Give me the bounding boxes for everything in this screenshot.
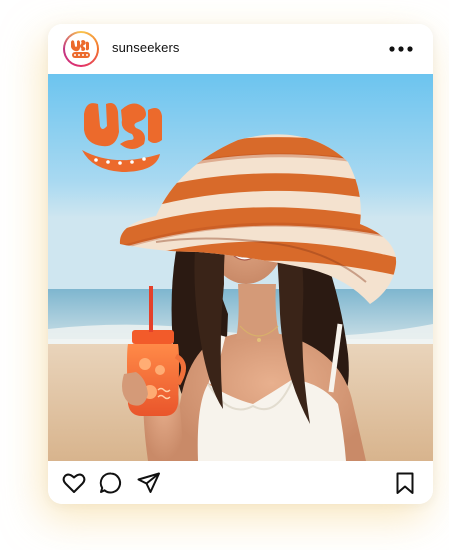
stage: sunseekers — [0, 0, 449, 550]
more-horizontal-icon[interactable] — [387, 40, 415, 58]
heart-icon[interactable] — [61, 470, 87, 496]
beach-photo — [48, 74, 433, 461]
comment-bubble-icon[interactable] — [98, 470, 124, 496]
instagram-post-card: sunseekers — [48, 24, 433, 504]
paper-plane-icon[interactable] — [136, 470, 162, 496]
sunseekers-logo-icon — [66, 34, 96, 64]
story-ring[interactable] — [63, 31, 99, 67]
post-action-bar — [48, 461, 433, 504]
post-photo[interactable] — [48, 74, 433, 461]
bookmark-icon[interactable] — [392, 470, 418, 496]
username[interactable]: sunseekers — [112, 40, 179, 55]
avatar[interactable] — [65, 33, 97, 65]
post-header: sunseekers — [48, 24, 433, 74]
